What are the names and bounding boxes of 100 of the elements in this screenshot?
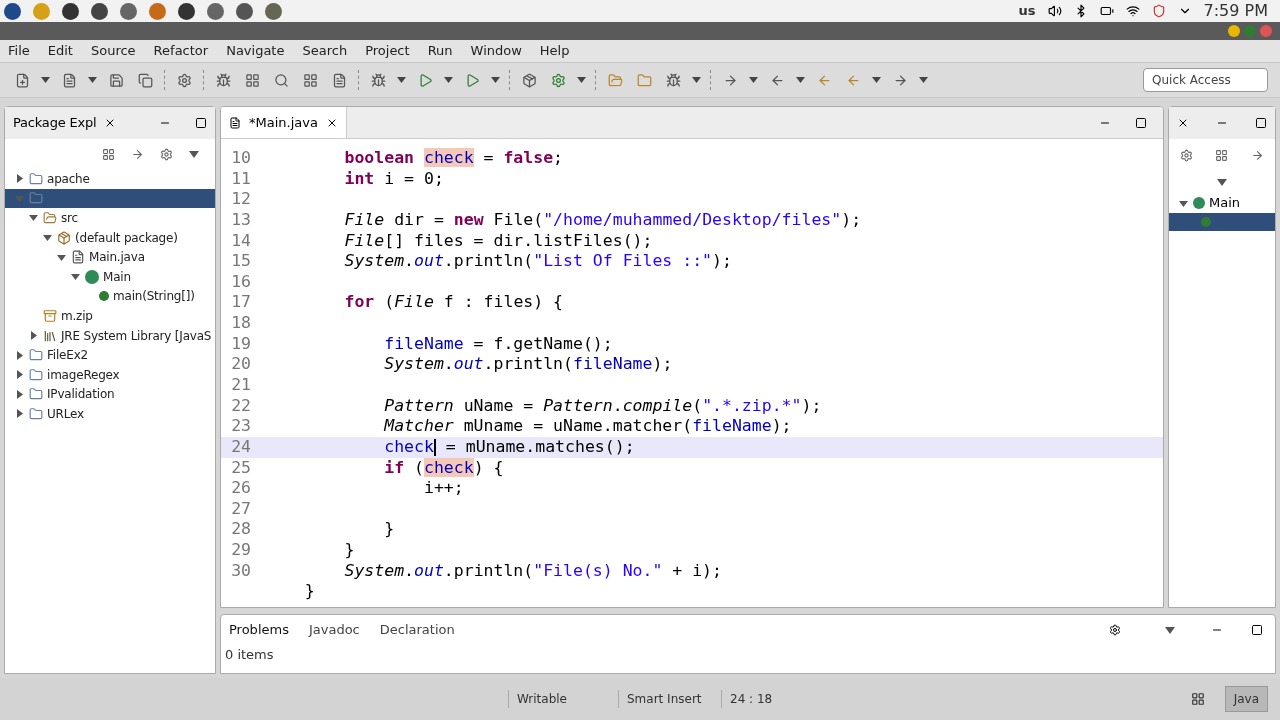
minimize-icon[interactable] [1228,25,1240,37]
menu-item[interactable]: Window [470,41,522,61]
insert-mode: Smart Insert [618,690,721,708]
tree-item[interactable]: URLex [5,404,215,424]
dropdown-caret-icon[interactable] [796,77,805,83]
code-text: int i = 0; [343,167,444,190]
wifi-icon[interactable] [1125,4,1140,18]
code-text: Matcher mUname = uName.matcher(fileName); [383,415,792,438]
collapse-all-icon[interactable] [102,147,115,161]
folder-icon [29,367,43,382]
tree-item[interactable]: main(String[]) [5,286,215,307]
tree-item[interactable]: (default package) [5,227,215,248]
dropdown-caret-icon[interactable] [397,77,406,83]
line-number: 10 [230,146,252,169]
line-number: 30 [230,559,252,582]
dropdown-caret-icon[interactable] [872,77,881,83]
app-launcher-icon[interactable] [178,2,195,20]
shield-icon[interactable] [1151,4,1166,18]
dropdown-caret-icon[interactable] [444,77,453,83]
code-text: for (File f : files) { [343,291,564,314]
dropdown-caret-icon[interactable] [692,77,701,83]
app-launcher-icon[interactable] [91,2,108,20]
line-number: 22 [230,394,252,417]
line-number: 19 [230,332,252,355]
keyboard-layout[interactable]: us [1018,1,1036,21]
app-launcher-icon[interactable] [236,2,253,20]
maximize-icon[interactable] [1255,117,1267,129]
dropdown-caret-icon[interactable] [577,77,586,83]
clock: 7:59 PM [1203,0,1269,22]
menu-item[interactable]: Run [427,41,453,61]
collapse-all-icon[interactable] [1215,148,1229,162]
tree-label: Main [103,268,131,286]
tree-item[interactable]: IPvalidation [5,384,215,405]
folder-icon [29,348,43,363]
line-number: 11 [230,167,252,190]
java-perspective-button[interactable]: Java [1224,686,1268,712]
maximize-icon[interactable] [1135,116,1147,129]
editor-tab[interactable]: *Main.java [221,107,347,138]
code-text: File[] files = dir.listFiles(); [343,229,653,252]
menu-item[interactable]: File [8,41,30,61]
app-launcher-icon[interactable] [265,2,282,20]
line-number: 13 [230,208,252,231]
menu-item[interactable]: Project [365,41,410,61]
tree-item[interactable]: Main.java [5,247,215,267]
tree-label: (default package) [75,229,178,247]
java-file-icon [229,116,241,129]
tree-label: imageRegex [47,366,120,384]
dropdown-caret-icon[interactable] [491,77,500,83]
library-icon [43,328,57,343]
tree-label: IPvalidation [47,386,115,404]
tree-item[interactable]: imageRegex [5,364,215,385]
app-launcher-icon[interactable] [120,2,137,20]
tree-item[interactable]: src [5,208,215,228]
quick-access-field[interactable]: Quick Access [1143,68,1268,92]
code-text: } [343,539,355,562]
tree-item[interactable]: apache [5,169,215,189]
expand-arrow-icon[interactable] [27,212,39,224]
view-menu-icon[interactable] [189,150,199,158]
panel-tab[interactable]: Declaration [375,615,459,645]
tree-label: apache [47,170,90,188]
code-text: } [383,518,395,541]
menu-item[interactable]: Help [539,41,570,61]
menu-item[interactable]: Navigate [226,41,285,61]
open-perspective-icon[interactable] [1190,692,1205,706]
panel-tab[interactable]: Javadoc [304,615,364,645]
line-number: 27 [230,497,252,520]
volume-icon[interactable] [1047,4,1062,18]
code-text: System.out.println("List Of Files ::"); [343,250,732,273]
line-number: 21 [230,374,252,396]
close-icon[interactable] [1177,117,1189,129]
menu-item[interactable]: Search [302,41,348,61]
menu-item[interactable]: Refactor [153,41,209,61]
menu-item[interactable]: Edit [47,41,73,61]
app-launcher-icon[interactable] [207,2,224,20]
battery-icon[interactable] [1099,4,1114,18]
maximize-icon[interactable] [195,117,207,129]
tree-item[interactable]: Main [5,266,215,287]
tree-label: URLex [47,405,84,423]
app-launcher-icon[interactable] [62,2,79,20]
view-menu-icon[interactable] [1165,626,1175,634]
tree-item[interactable]: m.zip [5,306,215,326]
outline-item[interactable]: Main [1169,193,1275,213]
tree-item[interactable]: FileEx2 [5,345,215,365]
dropdown-caret-icon[interactable] [919,77,928,83]
line-number: 16 [230,270,252,293]
maximize-icon[interactable] [1251,624,1263,636]
line-number: 15 [230,250,252,273]
tree-item[interactable] [5,188,215,209]
dropdown-caret-icon[interactable] [41,77,50,83]
tree-label: FileEx2 [47,347,88,365]
outline-label: Main [1209,194,1241,213]
dropdown-caret-icon[interactable] [749,77,758,83]
tree-item[interactable]: JRE System Library [JavaS [5,325,215,346]
line-number: 23 [230,415,252,438]
file-icon [71,250,85,265]
menu-item[interactable]: Source [90,41,136,61]
code-text: check = mUname.matches(); [383,435,635,458]
line-number: 24 [230,435,252,458]
dropdown-caret-icon[interactable] [88,77,97,83]
app-launcher-icon[interactable] [4,2,21,20]
